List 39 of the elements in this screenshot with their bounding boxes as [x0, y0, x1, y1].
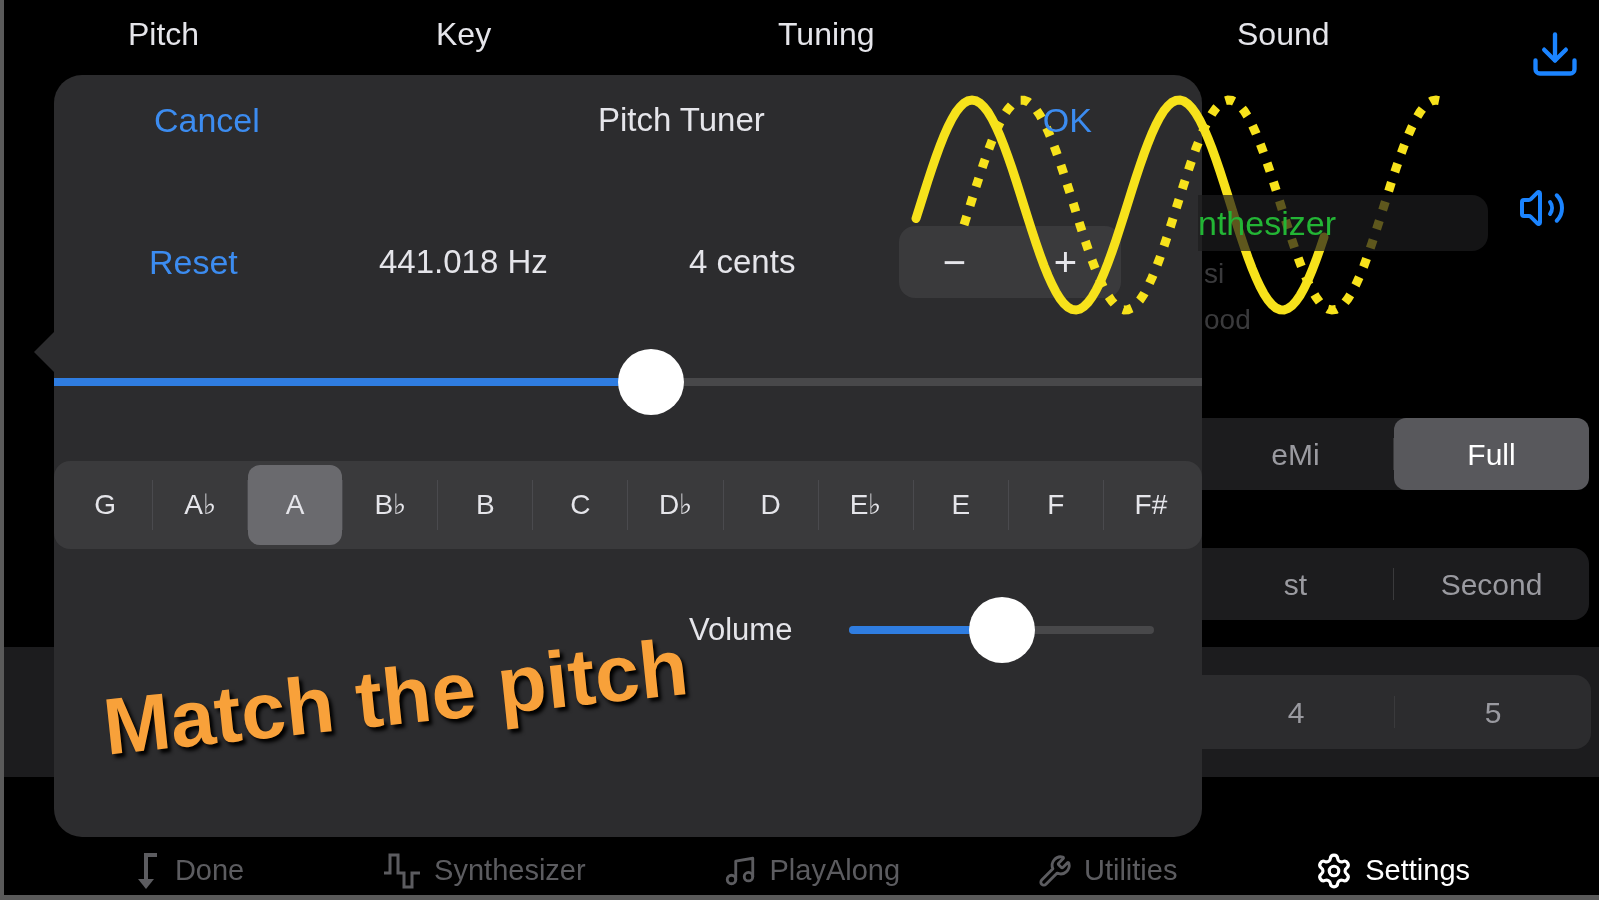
increment-button[interactable]: + [1010, 226, 1121, 298]
segment-option[interactable]: Full [1394, 418, 1589, 490]
segment-option[interactable]: st [1198, 548, 1393, 620]
header-tab[interactable]: Key [436, 16, 492, 52]
header-tab[interactable]: Tuning [778, 16, 875, 52]
tab-bar-item[interactable]: Settings [1315, 849, 1471, 893]
header-tab[interactable]: Sound [1237, 16, 1330, 52]
wrench-icon [1037, 854, 1072, 888]
segment-option[interactable]: eMi [1198, 418, 1393, 490]
pitch-slider[interactable] [54, 349, 1202, 415]
note-option[interactable]: F# [1103, 465, 1198, 545]
note-option[interactable]: A [248, 465, 343, 545]
faint-label: si [1203, 257, 1226, 291]
waveform-icon [382, 851, 423, 891]
faint-label: ood [1203, 303, 1252, 337]
instrument-label[interactable]: nthesizer [1198, 195, 1488, 251]
note-option[interactable]: D♭ [628, 465, 723, 545]
note-option[interactable]: D [723, 465, 818, 545]
cancel-button[interactable]: Cancel [154, 94, 260, 146]
volume-label: Volume [689, 610, 794, 649]
segment-option[interactable]: Second [1394, 548, 1589, 620]
note-option[interactable]: G [58, 465, 153, 545]
note-option[interactable]: C [533, 465, 628, 545]
decrement-button[interactable]: − [899, 226, 1010, 298]
note-option[interactable]: B♭ [343, 465, 438, 545]
frequency-value: 441.018 Hz [379, 242, 549, 283]
ok-button[interactable]: OK [1042, 94, 1092, 146]
note-option[interactable]: A♭ [153, 465, 248, 545]
segment-option[interactable]: 5 [1395, 675, 1591, 749]
popover-title: Pitch Tuner [597, 100, 765, 141]
note-option[interactable]: E [913, 465, 1008, 545]
segment-option[interactable]: 4 [1198, 675, 1394, 749]
volume-slider[interactable] [849, 597, 1154, 663]
cents-value: 4 cents [689, 242, 797, 283]
reset-button[interactable]: Reset [149, 236, 379, 288]
header-tab[interactable]: Pitch [128, 16, 200, 52]
note-option[interactable]: B [438, 465, 533, 545]
note-option[interactable]: F [1008, 465, 1103, 545]
note-option[interactable]: E♭ [818, 465, 913, 545]
